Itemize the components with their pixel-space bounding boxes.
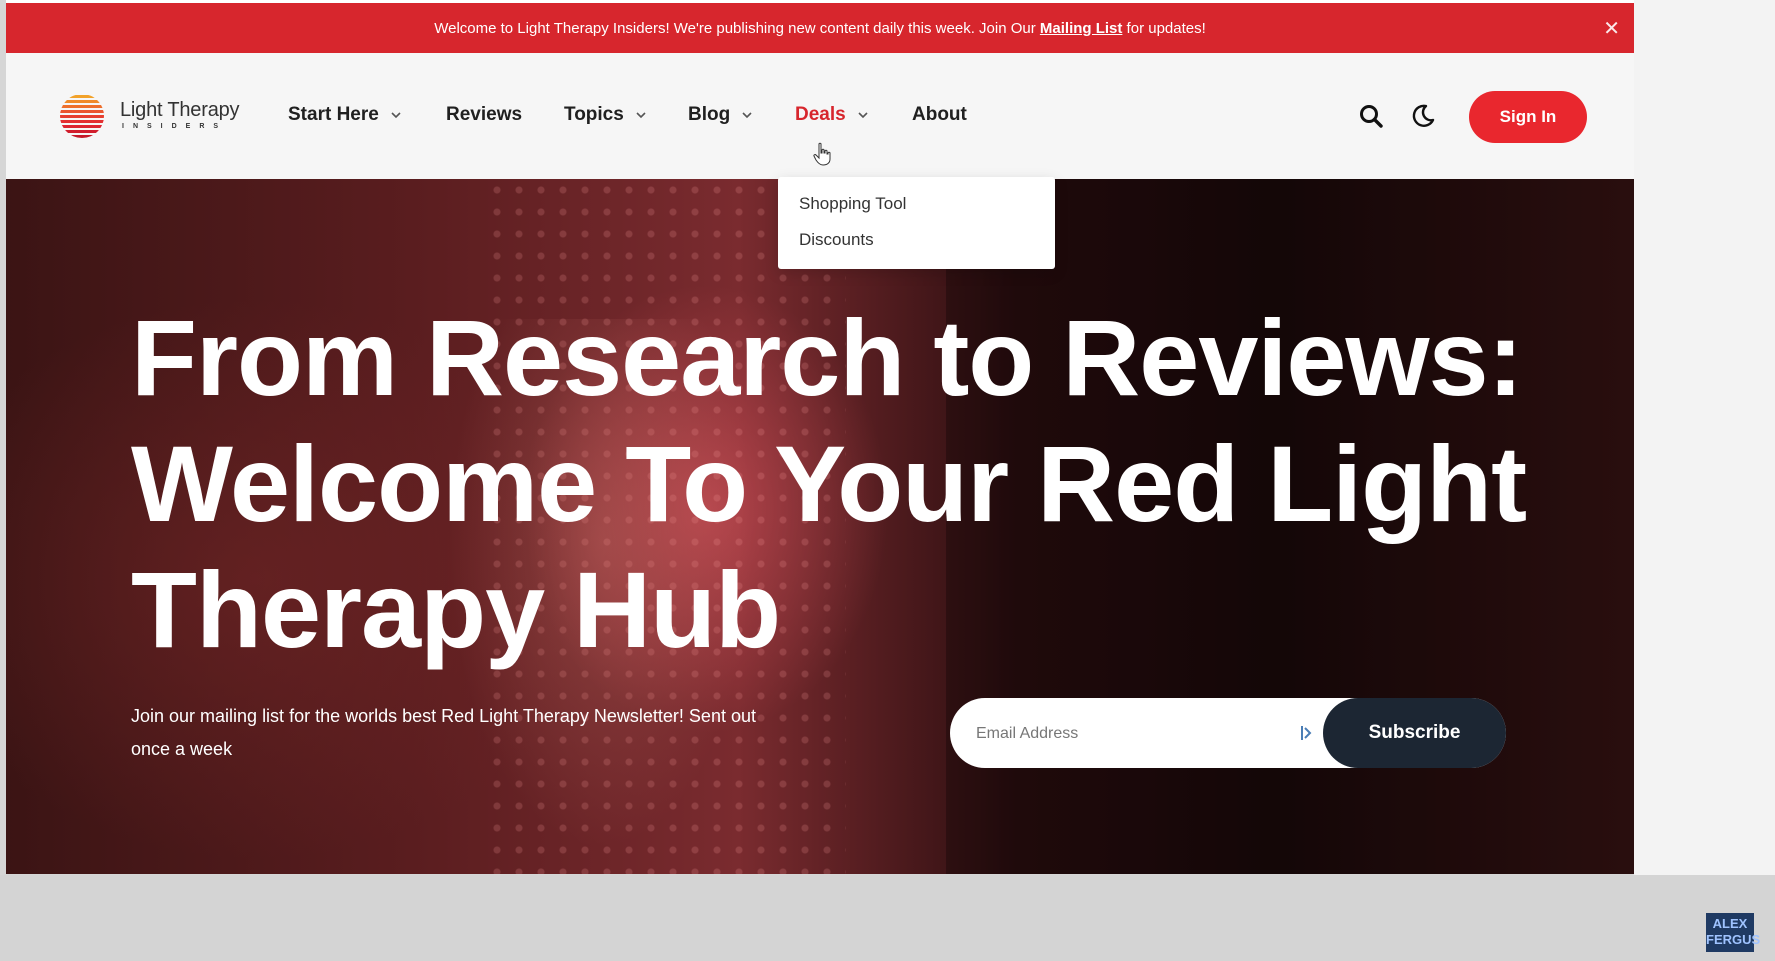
logo-sub-text: INSIDERS [122, 123, 228, 130]
nav-about-label: About [912, 104, 967, 125]
menu-item-discounts[interactable]: Discounts [799, 230, 874, 250]
nav-blog-label: Blog [688, 104, 731, 125]
field-marker-icon [1301, 726, 1312, 740]
nav-topics[interactable]: Topics [564, 104, 646, 126]
hero-title-line-1: From Research to Reviews: [131, 297, 1523, 418]
announcement-banner: Welcome to Light Therapy Insiders! We're… [6, 3, 1634, 53]
logo-sun-icon [60, 95, 104, 138]
hero-title: From Research to Reviews: Welcome To You… [131, 295, 1551, 673]
hero-title-line-2: Welcome To Your Red Light [131, 423, 1527, 544]
deals-dropdown-menu: Shopping Tool Discounts [778, 177, 1055, 269]
email-field[interactable] [974, 698, 1298, 770]
menu-item-shopping-tool[interactable]: Shopping Tool [799, 194, 906, 214]
search-icon[interactable] [1358, 103, 1384, 129]
watermark-line-2: FERGUS [1706, 932, 1761, 947]
outer-background-bottom [0, 875, 1775, 961]
banner-text-after: for updates! [1122, 19, 1206, 37]
outer-background-right [1634, 0, 1775, 961]
nav-blog[interactable]: Blog [688, 104, 752, 126]
close-icon[interactable]: ✕ [1603, 16, 1620, 41]
subscribe-form: Subscribe [950, 698, 1506, 770]
subscribe-button[interactable]: Subscribe [1323, 698, 1506, 768]
sign-in-button[interactable]: Sign In [1469, 91, 1587, 143]
logo-brand-text: Light Therapy [120, 99, 240, 121]
nav-reviews-label: Reviews [446, 104, 523, 125]
chevron-down-icon [858, 112, 868, 119]
banner-text-before: Welcome to Light Therapy Insiders! We're… [434, 19, 1040, 37]
hero-section: From Research to Reviews: Welcome To You… [6, 179, 1634, 874]
hand-cursor-icon [813, 142, 831, 166]
nav-start-here-label: Start Here [288, 104, 379, 125]
chevron-down-icon [742, 112, 752, 119]
chevron-down-icon [391, 112, 401, 119]
nav-about[interactable]: About [912, 104, 967, 126]
moon-icon[interactable] [1410, 103, 1436, 129]
website-page: Welcome to Light Therapy Insiders! We're… [6, 0, 1634, 874]
nav-reviews[interactable]: Reviews [446, 104, 522, 126]
site-logo[interactable]: Light Therapy INSIDERS [58, 93, 248, 139]
newsletter-description: Join our mailing list for the worlds bes… [131, 706, 756, 759]
nav-deals[interactable]: Deals [795, 104, 868, 126]
channel-watermark: ALEX FERGUS [1706, 913, 1761, 952]
mailing-list-link[interactable]: Mailing List [1040, 20, 1123, 37]
nav-deals-label: Deals [795, 104, 846, 125]
chevron-down-icon [636, 112, 646, 119]
watermark-line-1: ALEX [1712, 916, 1748, 931]
nav-topics-label: Topics [564, 104, 624, 125]
hero-title-line-3: Therapy Hub [131, 549, 781, 670]
nav-start-here[interactable]: Start Here [288, 104, 401, 126]
